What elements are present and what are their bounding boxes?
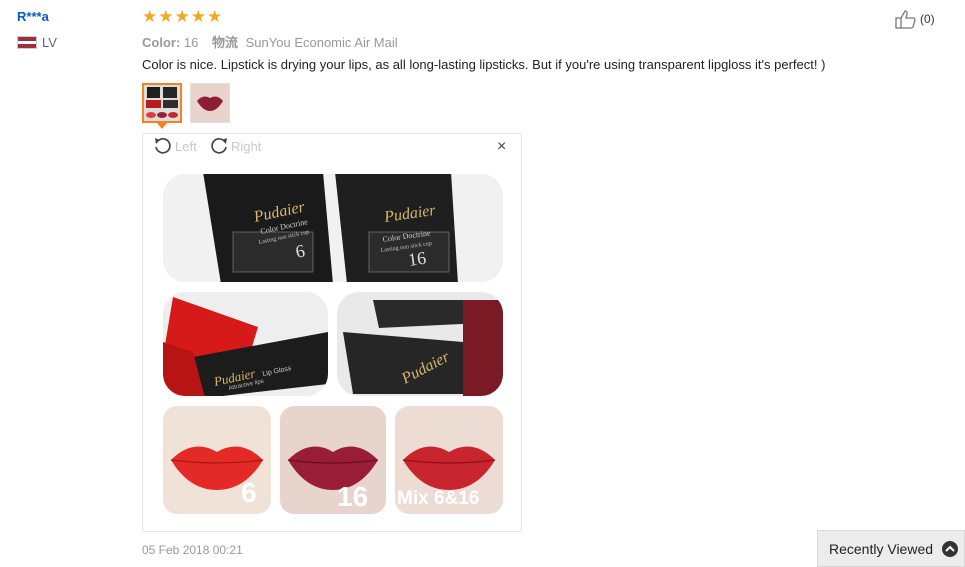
- star-rating: ★ ★ ★ ★ ★: [142, 8, 222, 25]
- review-attributes: Color: 16 物流 SunYou Economic Air Mail: [142, 32, 398, 51]
- review-comment: Color is nice. Lipstick is drying your l…: [142, 57, 826, 72]
- rotate-left-icon: [155, 137, 171, 154]
- country-flag-icon: [17, 36, 37, 49]
- review-thumbnail-1[interactable]: [142, 83, 182, 123]
- helpful-button[interactable]: (0): [894, 9, 935, 29]
- image-viewer: Left Right × Pudaier Color Doctrine Last…: [142, 133, 522, 532]
- selected-thumbnail-indicator: [157, 123, 167, 129]
- star-icon: ★: [158, 7, 174, 26]
- thumbs-up-icon: [895, 10, 916, 29]
- country-code: LV: [42, 35, 57, 50]
- shade-label-b: 16: [407, 248, 428, 270]
- shipping-value: SunYou Economic Air Mail: [245, 35, 398, 50]
- star-icon: ★: [142, 7, 158, 26]
- rotate-left-label: Left: [175, 138, 197, 154]
- shipping-label: 物流: [212, 35, 239, 50]
- rotate-right-icon: [211, 137, 227, 154]
- reviewer-name[interactable]: R***a: [17, 9, 49, 24]
- shade-label-a: 6: [241, 477, 257, 508]
- shade-label-b: 16: [337, 481, 368, 512]
- review-photo: Pudaier Color Doctrine Lasting non stick…: [163, 174, 503, 514]
- rotate-left-button[interactable]: Left: [153, 136, 197, 156]
- close-viewer-button[interactable]: ×: [497, 138, 506, 156]
- thumbnail-image: [191, 84, 229, 122]
- rotate-right-button[interactable]: Right: [209, 136, 261, 156]
- recently-viewed-label: Recently Viewed: [829, 540, 934, 557]
- review-date: 05 Feb 2018 00:21: [142, 543, 243, 557]
- color-label: Color:: [142, 35, 181, 50]
- shade-label-mix: Mix 6&16: [397, 488, 479, 509]
- chevron-up-icon: [942, 540, 959, 557]
- helpful-count: (0): [920, 12, 935, 26]
- star-icon: ★: [207, 7, 223, 26]
- rotate-right-label: Right: [231, 138, 262, 154]
- review-thumbnail-2[interactable]: [190, 83, 230, 123]
- recently-viewed-button[interactable]: Recently Viewed: [817, 530, 965, 567]
- star-icon: ★: [190, 7, 206, 26]
- color-value: 16: [183, 35, 199, 50]
- star-icon: ★: [174, 7, 190, 26]
- thumbnail-image: [144, 85, 180, 121]
